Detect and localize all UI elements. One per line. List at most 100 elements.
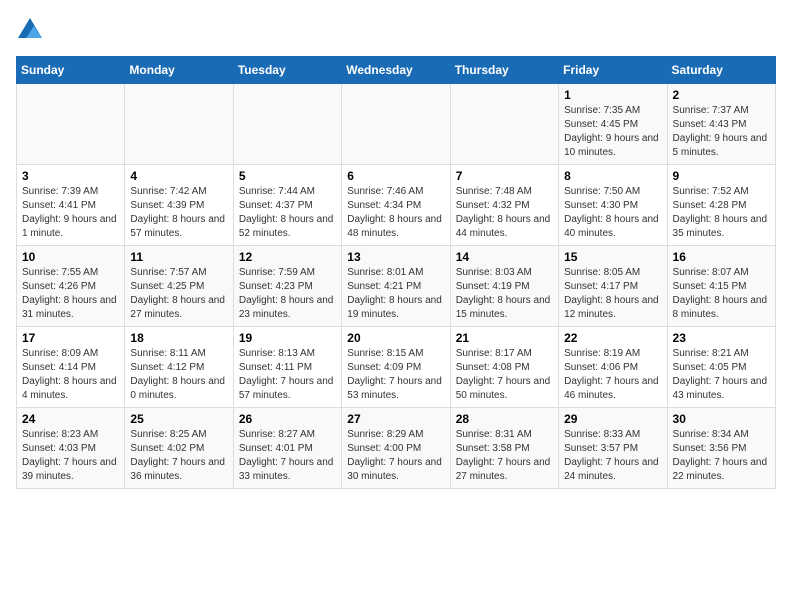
calendar-cell: 12 Sunrise: 7:59 AMSunset: 4:23 PMDayligh… xyxy=(233,246,341,327)
week-row: 10 Sunrise: 7:55 AMSunset: 4:26 PMDayligh… xyxy=(17,246,776,327)
calendar-cell: 7Sunrise: 7:48 AMSunset: 4:32 PMDaylight… xyxy=(450,165,558,246)
calendar-cell: 1 Sunrise: 7:35 AMSunset: 4:45 PMDaylight… xyxy=(559,84,667,165)
day-number: 30 xyxy=(673,412,770,426)
calendar-cell: 5 Sunrise: 7:44 AMSunset: 4:37 PMDaylight… xyxy=(233,165,341,246)
day-number: 3 xyxy=(22,169,119,183)
day-info: Sunrise: 8:19 AMSunset: 4:06 PMDaylight:… xyxy=(564,347,661,403)
calendar-cell: 24 Sunrise: 8:23 AMSunset: 4:03 PMDayligh… xyxy=(17,408,125,489)
day-number: 5 xyxy=(239,169,336,183)
day-number: 6 xyxy=(347,169,444,183)
day-info: Sunrise: 8:13 AMSunset: 4:11 PMDaylight:… xyxy=(239,347,336,403)
day-info: Sunrise: 7:50 AMSunset: 4:30 PMDaylight:… xyxy=(564,185,661,241)
day-number: 14 xyxy=(456,250,553,264)
day-info: Sunrise: 8:17 AMSunset: 4:08 PMDaylight:… xyxy=(456,347,553,403)
day-number: 19 xyxy=(239,331,336,345)
day-info: Sunrise: 8:07 AMSunset: 4:15 PMDaylight:… xyxy=(673,266,770,322)
day-number: 1 xyxy=(564,88,661,102)
calendar-cell: 9 Sunrise: 7:52 AMSunset: 4:28 PMDaylight… xyxy=(667,165,775,246)
weekday-header-thursday: Thursday xyxy=(450,57,558,84)
day-info: Sunrise: 7:37 AMSunset: 4:43 PMDaylight:… xyxy=(673,104,770,160)
week-row: 17 Sunrise: 8:09 AMSunset: 4:14 PMDayligh… xyxy=(17,327,776,408)
day-info: Sunrise: 7:39 AMSunset: 4:41 PMDaylight:… xyxy=(22,185,119,241)
day-info: Sunrise: 8:03 AMSunset: 4:19 PMDaylight:… xyxy=(456,266,553,322)
calendar-cell: 21 Sunrise: 8:17 AMSunset: 4:08 PMDayligh… xyxy=(450,327,558,408)
day-number: 13 xyxy=(347,250,444,264)
day-number: 18 xyxy=(130,331,227,345)
calendar-cell: 19 Sunrise: 8:13 AMSunset: 4:11 PMDayligh… xyxy=(233,327,341,408)
day-info: Sunrise: 7:55 AMSunset: 4:26 PMDaylight:… xyxy=(22,266,119,322)
day-info: Sunrise: 8:27 AMSunset: 4:01 PMDaylight:… xyxy=(239,428,336,484)
day-info: Sunrise: 8:09 AMSunset: 4:14 PMDaylight:… xyxy=(22,347,119,403)
logo xyxy=(16,16,48,44)
day-info: Sunrise: 8:11 AMSunset: 4:12 PMDaylight:… xyxy=(130,347,227,403)
day-info: Sunrise: 8:34 AMSunset: 3:56 PMDaylight:… xyxy=(673,428,770,484)
day-info: Sunrise: 8:15 AMSunset: 4:09 PMDaylight:… xyxy=(347,347,444,403)
calendar-cell: 10 Sunrise: 7:55 AMSunset: 4:26 PMDayligh… xyxy=(17,246,125,327)
weekday-header-tuesday: Tuesday xyxy=(233,57,341,84)
logo-icon xyxy=(16,16,44,44)
day-info: Sunrise: 8:33 AMSunset: 3:57 PMDaylight:… xyxy=(564,428,661,484)
weekday-header-row: SundayMondayTuesdayWednesdayThursdayFrid… xyxy=(17,57,776,84)
page-header xyxy=(16,16,776,44)
calendar-cell: 30 Sunrise: 8:34 AMSunset: 3:56 PMDayligh… xyxy=(667,408,775,489)
day-number: 29 xyxy=(564,412,661,426)
weekday-header-saturday: Saturday xyxy=(667,57,775,84)
day-number: 23 xyxy=(673,331,770,345)
day-number: 15 xyxy=(564,250,661,264)
calendar-cell: 11Sunrise: 7:57 AMSunset: 4:25 PMDayligh… xyxy=(125,246,233,327)
calendar: SundayMondayTuesdayWednesdayThursdayFrid… xyxy=(16,56,776,489)
calendar-cell: 13 Sunrise: 8:01 AMSunset: 4:21 PMDayligh… xyxy=(342,246,450,327)
calendar-cell: 22 Sunrise: 8:19 AMSunset: 4:06 PMDayligh… xyxy=(559,327,667,408)
calendar-cell: 28 Sunrise: 8:31 AMSunset: 3:58 PMDayligh… xyxy=(450,408,558,489)
day-info: Sunrise: 8:25 AMSunset: 4:02 PMDaylight:… xyxy=(130,428,227,484)
calendar-cell: 6Sunrise: 7:46 AMSunset: 4:34 PMDaylight… xyxy=(342,165,450,246)
day-number: 9 xyxy=(673,169,770,183)
calendar-cell: 27 Sunrise: 8:29 AMSunset: 4:00 PMDayligh… xyxy=(342,408,450,489)
weekday-header-friday: Friday xyxy=(559,57,667,84)
week-row: 3 Sunrise: 7:39 AMSunset: 4:41 PMDaylight… xyxy=(17,165,776,246)
day-info: Sunrise: 8:29 AMSunset: 4:00 PMDaylight:… xyxy=(347,428,444,484)
day-number: 16 xyxy=(673,250,770,264)
calendar-cell: 25 Sunrise: 8:25 AMSunset: 4:02 PMDayligh… xyxy=(125,408,233,489)
day-number: 25 xyxy=(130,412,227,426)
weekday-header-wednesday: Wednesday xyxy=(342,57,450,84)
calendar-cell xyxy=(342,84,450,165)
calendar-cell: 17 Sunrise: 8:09 AMSunset: 4:14 PMDayligh… xyxy=(17,327,125,408)
calendar-cell xyxy=(125,84,233,165)
day-number: 21 xyxy=(456,331,553,345)
calendar-cell: 20Sunrise: 8:15 AMSunset: 4:09 PMDayligh… xyxy=(342,327,450,408)
day-info: Sunrise: 7:59 AMSunset: 4:23 PMDaylight:… xyxy=(239,266,336,322)
day-info: Sunrise: 7:44 AMSunset: 4:37 PMDaylight:… xyxy=(239,185,336,241)
day-info: Sunrise: 8:05 AMSunset: 4:17 PMDaylight:… xyxy=(564,266,661,322)
day-number: 2 xyxy=(673,88,770,102)
week-row: 1 Sunrise: 7:35 AMSunset: 4:45 PMDaylight… xyxy=(17,84,776,165)
day-number: 26 xyxy=(239,412,336,426)
day-info: Sunrise: 8:01 AMSunset: 4:21 PMDaylight:… xyxy=(347,266,444,322)
day-info: Sunrise: 8:21 AMSunset: 4:05 PMDaylight:… xyxy=(673,347,770,403)
day-number: 10 xyxy=(22,250,119,264)
day-info: Sunrise: 7:35 AMSunset: 4:45 PMDaylight:… xyxy=(564,104,661,160)
calendar-cell: 15 Sunrise: 8:05 AMSunset: 4:17 PMDayligh… xyxy=(559,246,667,327)
day-info: Sunrise: 8:31 AMSunset: 3:58 PMDaylight:… xyxy=(456,428,553,484)
day-number: 24 xyxy=(22,412,119,426)
day-number: 11 xyxy=(130,250,227,264)
calendar-cell: 18 Sunrise: 8:11 AMSunset: 4:12 PMDayligh… xyxy=(125,327,233,408)
calendar-cell xyxy=(450,84,558,165)
day-number: 17 xyxy=(22,331,119,345)
day-number: 12 xyxy=(239,250,336,264)
day-number: 22 xyxy=(564,331,661,345)
day-info: Sunrise: 8:23 AMSunset: 4:03 PMDaylight:… xyxy=(22,428,119,484)
calendar-cell: 14 Sunrise: 8:03 AMSunset: 4:19 PMDayligh… xyxy=(450,246,558,327)
calendar-cell: 26 Sunrise: 8:27 AMSunset: 4:01 PMDayligh… xyxy=(233,408,341,489)
weekday-header-sunday: Sunday xyxy=(17,57,125,84)
calendar-cell: 23 Sunrise: 8:21 AMSunset: 4:05 PMDayligh… xyxy=(667,327,775,408)
calendar-cell: 2 Sunrise: 7:37 AMSunset: 4:43 PMDaylight… xyxy=(667,84,775,165)
day-info: Sunrise: 7:42 AMSunset: 4:39 PMDaylight:… xyxy=(130,185,227,241)
calendar-cell: 4Sunrise: 7:42 AMSunset: 4:39 PMDaylight… xyxy=(125,165,233,246)
day-number: 27 xyxy=(347,412,444,426)
calendar-cell: 3 Sunrise: 7:39 AMSunset: 4:41 PMDaylight… xyxy=(17,165,125,246)
day-number: 28 xyxy=(456,412,553,426)
weekday-header-monday: Monday xyxy=(125,57,233,84)
day-info: Sunrise: 7:52 AMSunset: 4:28 PMDaylight:… xyxy=(673,185,770,241)
calendar-cell: 29 Sunrise: 8:33 AMSunset: 3:57 PMDayligh… xyxy=(559,408,667,489)
